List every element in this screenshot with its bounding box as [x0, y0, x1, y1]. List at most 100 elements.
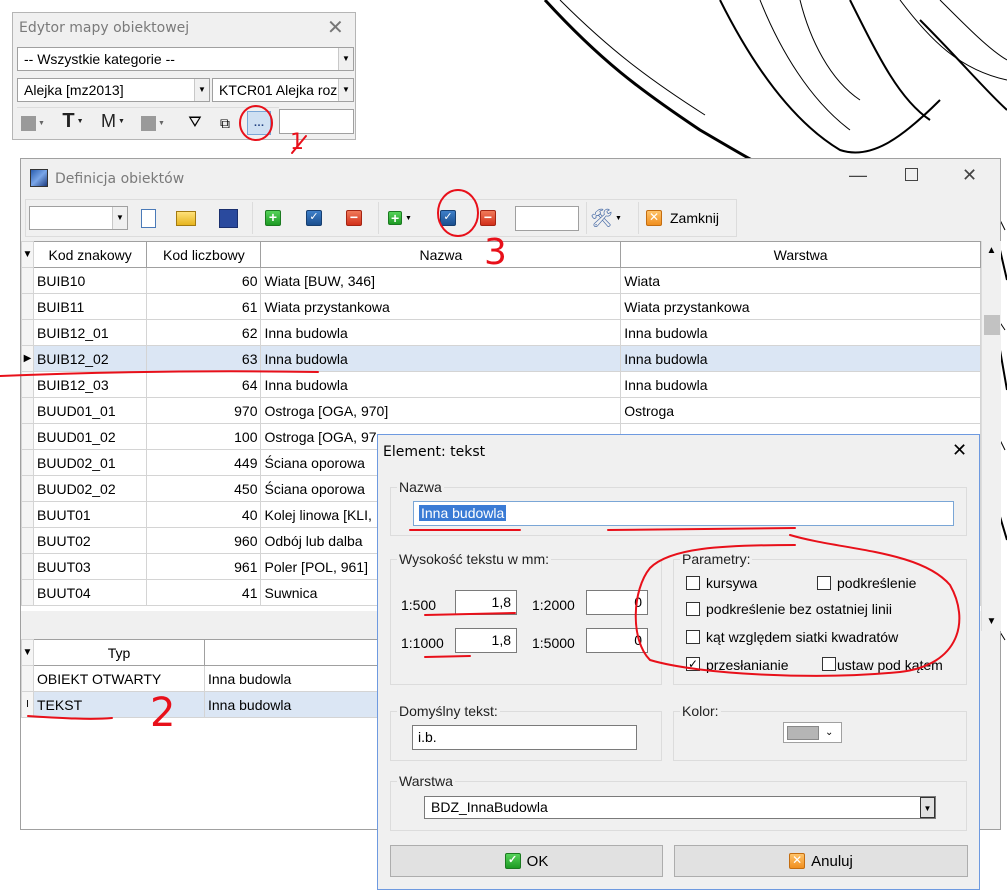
column-header[interactable]: Typ	[33, 639, 205, 666]
open-folder-icon[interactable]	[174, 206, 198, 230]
scroll-thumb[interactable]	[984, 315, 1000, 335]
table-row-selected[interactable]: I TEKST Inna budowla	[21, 691, 401, 718]
table-cell: 450	[146, 475, 262, 502]
default-text-input[interactable]: i.b.	[412, 725, 637, 750]
vertical-scrollbar[interactable]: ▲ ▼	[981, 241, 1001, 631]
save-icon[interactable]	[216, 206, 240, 230]
close-button[interactable]: ✕ Zamknij	[646, 206, 719, 230]
definition-title: Definicja obiektów	[55, 171, 185, 187]
scroll-up-icon[interactable]: ▲	[982, 245, 1001, 256]
underline-no-last-label: podkreślenie bez ostatniej linii	[706, 601, 892, 617]
table-row[interactable]: BUUD01_01 970 Ostroga [OGA, 970] Ostroga	[21, 397, 981, 424]
column-header[interactable]: Kod liczbowy	[146, 241, 262, 268]
layer-select[interactable]: BDZ_InnaBudowla ▼	[424, 796, 936, 819]
filter-icon[interactable]: ⛛	[183, 111, 207, 135]
column-header[interactable]: Warstwa	[620, 241, 981, 268]
chevron-down-icon: ▼	[338, 48, 353, 70]
table-cell: BUIB11	[33, 293, 148, 320]
fill-color-button[interactable]: ▼	[21, 111, 45, 135]
table-cell: 41	[146, 579, 262, 606]
table-cell: BUUT03	[33, 553, 148, 580]
more-button[interactable]: …	[247, 111, 271, 135]
code-select[interactable]: KTCR01 Alejka roz ▼	[212, 78, 354, 102]
default-text-label: Domyślny tekst:	[397, 703, 500, 719]
close-icon[interactable]: ✕	[327, 15, 344, 40]
cancel-button[interactable]: ✕ Anuluj	[674, 845, 968, 877]
scale-1000-input[interactable]: 1,8	[455, 628, 517, 653]
table-cell: 100	[146, 423, 262, 450]
cancel-icon: ✕	[789, 853, 806, 869]
add-element-button[interactable]: + ▼	[388, 206, 412, 230]
name-input[interactable]: Inna budowla	[413, 501, 954, 526]
color-tool-button[interactable]: ▼	[141, 111, 165, 135]
default-text-group: Domyślny tekst: i.b.	[390, 703, 662, 761]
italic-checkbox[interactable]	[686, 576, 700, 590]
table-cell: Inna budowla	[260, 371, 622, 398]
table-row[interactable]: BUIB12_03 64 Inna budowla Inna budowla	[21, 371, 981, 398]
color-picker[interactable]: ⌄	[783, 722, 842, 743]
table-row[interactable]: BUIB12_01 62 Inna budowla Inna budowla	[21, 319, 981, 346]
text-height-group: Wysokość tekstu w mm: 1:500 1,8 1:2000 0…	[390, 551, 662, 685]
add-icon[interactable]: +	[261, 206, 285, 230]
params-group: Parametry: kursywa podkreślenie podkreśl…	[673, 551, 967, 685]
table-row[interactable]: OBIEKT OTWARTY Inna budowla	[21, 665, 401, 692]
scale-5000-input[interactable]: 0	[586, 628, 648, 653]
set-angle-checkbox[interactable]	[822, 657, 836, 671]
table-cell: 63	[146, 345, 262, 372]
column-header[interactable]: Kod znakowy	[33, 241, 148, 268]
underline-label: podkreślenie	[837, 575, 917, 591]
types-grid: ▼ Typ OBIEKT OTWARTY Inna budowla I TEKST I…	[21, 639, 401, 829]
scale-500-input[interactable]: 1,8	[455, 590, 517, 615]
table-cell: Wiata	[620, 267, 981, 294]
default-text-value: i.b.	[418, 729, 437, 745]
table-cell: Inna budowla	[204, 665, 401, 692]
annotation-number-2: 2	[150, 690, 176, 736]
line-tool-icon[interactable]: M ▼	[101, 109, 125, 133]
text-tool-icon[interactable]: T ▼	[61, 109, 85, 133]
minimize-icon[interactable]: —	[849, 165, 867, 186]
column-header[interactable]: Nazwa	[260, 241, 622, 268]
layer-label: Warstwa	[397, 773, 455, 789]
annotation-number-3: 3	[484, 232, 507, 273]
chevron-down-icon: ▼	[338, 79, 353, 101]
new-file-icon[interactable]	[136, 206, 160, 230]
maximize-icon[interactable]	[905, 168, 918, 181]
ok-button[interactable]: ✓ OK	[390, 845, 663, 877]
occlusion-checkbox[interactable]: ✓	[686, 657, 700, 671]
table-cell: BUUD02_01	[33, 449, 148, 476]
scroll-down-icon[interactable]: ▼	[982, 616, 1001, 627]
scale-label: 1:5000	[532, 635, 575, 651]
color-group: Kolor: ⌄	[673, 703, 967, 761]
close-icon[interactable]: ✕	[962, 165, 977, 186]
close-button-label: Zamknij	[670, 210, 720, 226]
tools-icon[interactable]: 🛠 ▼	[590, 206, 622, 230]
close-icon[interactable]: ✕	[952, 440, 967, 461]
table-row[interactable]: BUIB11 61 Wiata przystankowa Wiata przystan…	[21, 293, 981, 320]
remove-icon[interactable]: −	[342, 206, 366, 230]
table-cell: Wiata przystankowa	[260, 293, 622, 320]
code-value: KTCR01 Alejka roz	[219, 82, 338, 98]
edit-cursor-icon: I	[21, 691, 34, 718]
color-swatch	[787, 725, 819, 740]
underline-no-last-checkbox[interactable]	[686, 602, 700, 616]
app-icon	[30, 169, 48, 187]
grid-angle-checkbox[interactable]	[686, 630, 700, 644]
remove-element-icon[interactable]: −	[476, 206, 500, 230]
grid-angle-label: kąt względem siatki kwadratów	[706, 629, 899, 645]
name-value: Inna budowla	[419, 505, 507, 521]
column-header[interactable]	[204, 639, 401, 666]
chevron-down-icon: ⌄	[825, 727, 834, 738]
copy-icon[interactable]: ⧉	[213, 111, 237, 135]
category-select[interactable]: -- Wszystkie kategorie -- ▼	[17, 47, 354, 71]
filter-select[interactable]: ▼	[29, 206, 128, 230]
scale-2000-input[interactable]: 0	[586, 590, 648, 615]
lane-select[interactable]: Alejka [mz2013] ▼	[17, 78, 210, 102]
check-icon[interactable]: ✓	[302, 206, 326, 230]
underline-checkbox[interactable]	[817, 576, 831, 590]
edit-element-icon[interactable]: ✓	[436, 206, 460, 230]
table-row-selected[interactable]: ▶ BUIB12_02 63 Inna budowla Inna budowla	[21, 345, 981, 372]
table-cell: Inna budowla	[620, 319, 981, 346]
checkmark-icon: ✓	[504, 853, 521, 869]
toolbar-input[interactable]	[515, 206, 579, 231]
name-label: Nazwa	[397, 479, 444, 495]
